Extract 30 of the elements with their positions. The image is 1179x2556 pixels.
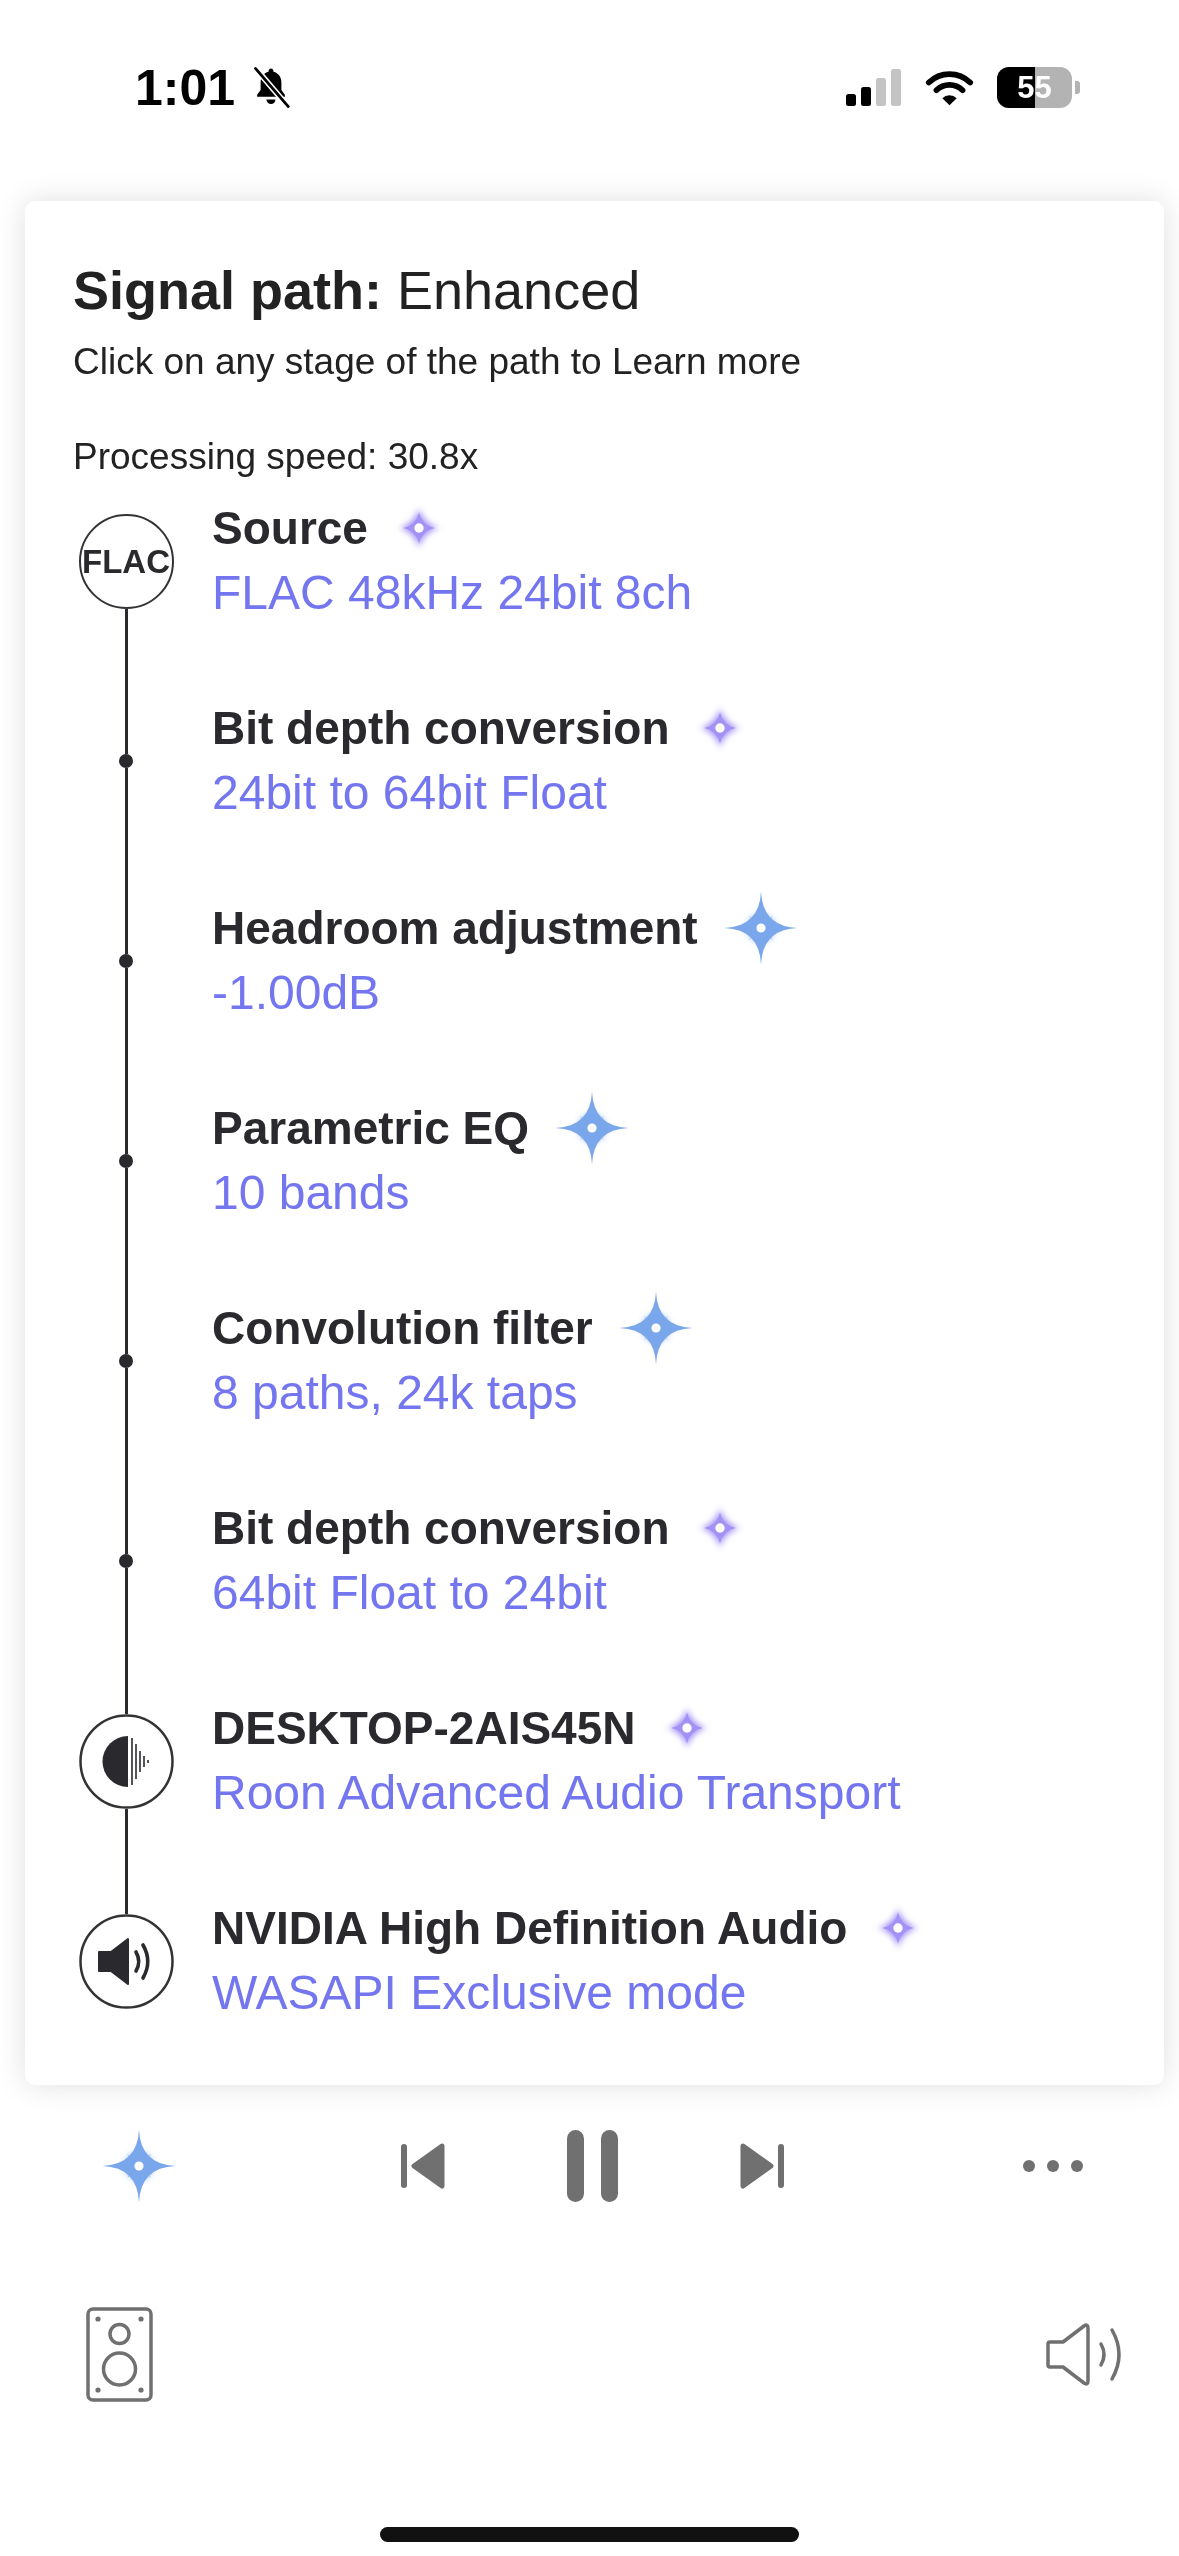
stage-detail[interactable]: 64bit Float to 24bit: [212, 1563, 925, 1622]
panel-title: Signal path: Enhanced: [73, 259, 642, 322]
stage-title[interactable]: DESKTOP-2AIS45N: [212, 1700, 636, 1755]
stage-title[interactable]: NVIDIA High Definition Audio: [212, 1900, 848, 1955]
stage-title[interactable]: Convolution filter: [212, 1300, 593, 1355]
speaker-icon: [78, 1913, 174, 2009]
stage-title[interactable]: Source: [212, 500, 368, 555]
processing-speed: Processing speed: 30.8x: [73, 435, 480, 479]
stage-title[interactable]: Bit depth conversion: [212, 700, 670, 755]
stage-detail[interactable]: 10 bands: [212, 1163, 925, 1222]
stage-title[interactable]: Headroom adjustment: [212, 900, 698, 955]
status-time: 1:01: [135, 62, 236, 113]
stage-title[interactable]: Bit depth conversion: [212, 1500, 670, 1555]
wifi-icon: [924, 68, 975, 107]
stage-detail[interactable]: FLAC 48kHz 24bit 8ch: [212, 563, 925, 622]
more-icon[interactable]: [1023, 2160, 1083, 2172]
stage-detail[interactable]: Roon Advanced Audio Transport: [212, 1763, 925, 1822]
pause-icon[interactable]: [566, 2130, 618, 2202]
skip-back-icon[interactable]: [400, 2142, 445, 2190]
signal-icon: [846, 69, 902, 106]
panel-hint: Click on any stage of the path to Learn more: [73, 340, 803, 384]
skip-forward-icon[interactable]: [739, 2142, 784, 2190]
stage-detail[interactable]: -1.00dB: [212, 963, 925, 1022]
format-badge: FLAC: [78, 513, 174, 609]
stage-detail[interactable]: 24bit to 64bit Float: [212, 763, 925, 822]
loudspeaker-icon[interactable]: [86, 2307, 153, 2402]
stage-title[interactable]: Parametric EQ: [212, 1100, 530, 1155]
half-disc-waveform-icon: [78, 1713, 174, 1809]
stage-detail[interactable]: WASAPI Exclusive mode: [212, 1963, 925, 2022]
stage-detail[interactable]: 8 paths, 24k taps: [212, 1363, 925, 1422]
